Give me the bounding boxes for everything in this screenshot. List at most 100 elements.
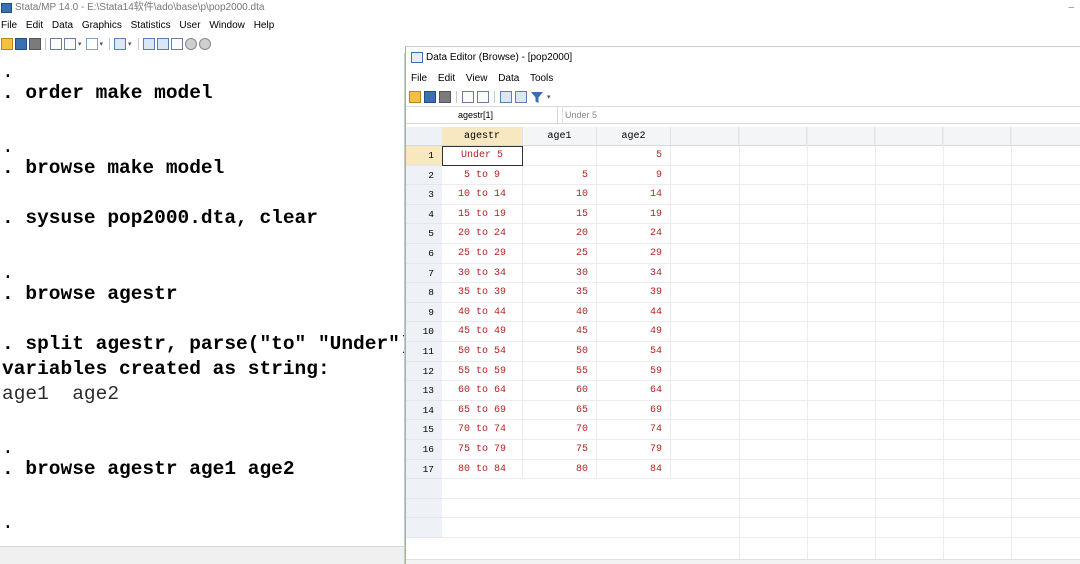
more-icon[interactable] [184,38,197,50]
cell-agestr[interactable]: 40 to 44 [442,302,523,323]
menu-help[interactable]: Help [254,20,275,31]
cell-age1[interactable]: 75 [523,439,597,460]
cell-agestr[interactable]: 20 to 24 [442,224,523,244]
row-number[interactable]: 12 [406,362,442,382]
row-number[interactable]: 7 [406,264,442,284]
variables-manager-icon[interactable] [170,38,183,50]
row-number[interactable]: 6 [406,244,442,264]
row-number[interactable]: 13 [406,381,442,401]
row-number[interactable]: 11 [406,342,442,362]
row-number[interactable]: 14 [406,401,442,421]
de-menu-data[interactable]: Data [498,73,519,84]
row-number[interactable]: 3 [406,185,442,205]
graph-dropdown-icon[interactable]: ▾ [100,40,104,48]
cell-age1[interactable]: 5 [523,165,597,186]
cell-age1[interactable]: 45 [523,322,597,342]
cell-age1[interactable]: 80 [523,459,597,480]
cell-age2[interactable]: 49 [597,322,671,342]
de-menu-file[interactable]: File [411,73,427,84]
row-number[interactable]: 9 [406,303,442,323]
cell-age1[interactable]: 65 [523,400,597,421]
menu-graphics[interactable]: Graphics [82,20,122,31]
cell-age2[interactable]: 34 [597,263,671,284]
cell-age2[interactable]: 69 [597,400,671,421]
print-icon[interactable] [29,38,41,50]
cell-agestr[interactable]: 55 to 59 [442,361,523,382]
cell-age2[interactable]: 24 [597,224,671,244]
cell-age1[interactable] [523,146,597,166]
cell-age2[interactable]: 19 [597,204,671,225]
row-number[interactable]: 16 [406,440,442,460]
break-icon[interactable] [198,38,211,50]
filter-dropdown-icon[interactable]: ▾ [547,93,551,101]
de-menu-tools[interactable]: Tools [530,73,553,84]
cell-agestr[interactable]: 75 to 79 [442,439,523,460]
cell-agestr[interactable]: 10 to 14 [442,185,523,205]
row-number[interactable]: 5 [406,224,442,244]
data-editor-browse-icon[interactable] [156,38,169,50]
cell-agestr[interactable]: 80 to 84 [442,459,523,480]
cell-age1[interactable]: 50 [523,341,597,362]
cell-age2[interactable]: 29 [597,243,671,264]
column-header-age2[interactable]: age2 [597,127,671,146]
row-number[interactable]: 8 [406,283,442,303]
cell-age1[interactable]: 10 [523,185,597,205]
filter-icon[interactable] [530,91,544,104]
cell-age2[interactable]: 59 [597,361,671,382]
cell-age2[interactable]: 79 [597,439,671,460]
cell-age2[interactable]: 84 [597,459,671,480]
edit-mode-icon[interactable] [500,91,512,103]
cell-agestr[interactable]: 35 to 39 [442,283,523,303]
do-file-editor-icon[interactable] [114,38,127,50]
cell-age2[interactable]: 54 [597,341,671,362]
save-icon[interactable] [15,38,27,50]
data-grid[interactable]: agestr age1 age2 1 2 3 4 5 6 7 8 9 10 11 12 13 14 15 16… [406,127,1080,564]
results-pane[interactable]: . . order make model . . browse make mod… [0,53,405,564]
row-number[interactable]: 4 [406,205,442,225]
menu-data[interactable]: Data [52,20,73,31]
cell-age1[interactable]: 40 [523,302,597,323]
graph-icon[interactable] [85,38,98,50]
minimize-icon[interactable]: – [1068,0,1074,16]
cell-age2[interactable]: 64 [597,381,671,401]
cell-agestr[interactable]: 60 to 64 [442,381,523,401]
copy-icon[interactable] [462,91,474,103]
menu-edit[interactable]: Edit [26,20,43,31]
de-menu-edit[interactable]: Edit [438,73,455,84]
de-save-icon[interactable] [424,91,436,103]
cell-agestr[interactable]: 15 to 19 [442,204,523,225]
do-file-dropdown-icon[interactable]: ▾ [128,40,132,48]
column-header-agestr[interactable]: agestr [442,127,523,146]
log-icon[interactable] [50,38,62,50]
cell-age1[interactable]: 55 [523,361,597,382]
menu-file[interactable]: File [1,20,17,31]
cell-age1[interactable]: 25 [523,243,597,264]
cell-age1[interactable]: 70 [523,420,597,440]
cell-age1[interactable]: 20 [523,224,597,244]
cell-age2[interactable]: 9 [597,165,671,186]
cell-age2[interactable]: 74 [597,420,671,440]
browse-mode-icon[interactable] [515,91,527,103]
results-horizontal-scrollbar[interactable] [0,546,404,564]
cell-age2[interactable]: 44 [597,302,671,323]
row-number[interactable]: 17 [406,460,442,480]
cell-age1[interactable]: 30 [523,263,597,284]
de-menu-view[interactable]: View [466,73,488,84]
cell-agestr[interactable]: 5 to 9 [442,165,523,186]
cell-agestr[interactable]: Under 5 [442,146,523,166]
cell-agestr[interactable]: 65 to 69 [442,400,523,421]
de-print-icon[interactable] [439,91,451,103]
cell-agestr[interactable]: 25 to 29 [442,243,523,264]
row-number[interactable]: 2 [406,166,442,186]
cell-age1[interactable]: 60 [523,381,597,401]
open-folder-icon[interactable] [1,38,13,50]
cell-age2[interactable]: 14 [597,185,671,205]
cell-agestr[interactable]: 70 to 74 [442,420,523,440]
menu-statistics[interactable]: Statistics [131,20,171,31]
paste-icon[interactable] [477,91,489,103]
menu-user[interactable]: User [179,20,200,31]
cell-age2[interactable]: 39 [597,283,671,303]
row-number[interactable]: 10 [406,322,442,342]
column-header-age1[interactable]: age1 [523,127,597,146]
data-editor-horizontal-scrollbar[interactable] [406,559,1080,564]
